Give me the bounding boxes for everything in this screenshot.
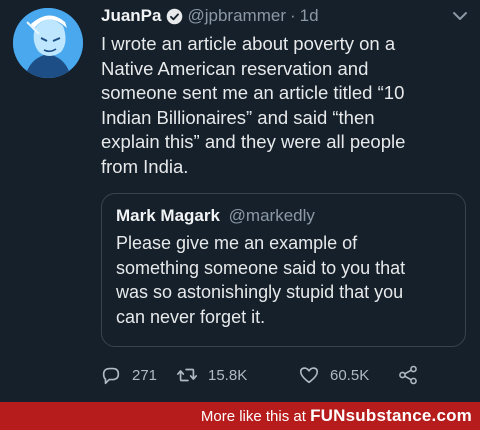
watermark-bar: More like this at FUNsubstance.com	[0, 402, 480, 430]
tweet-actions: 271 15.8K 60.5K	[100, 362, 440, 388]
avatar-portrait	[13, 8, 83, 78]
chevron-down-icon[interactable]	[452, 10, 468, 22]
retweet-button[interactable]: 15.8K	[176, 362, 247, 388]
quoted-tweet-body: Please give me an example of something s…	[116, 233, 406, 327]
quoted-tweet[interactable]: Mark Magark @markedly Please give me an …	[101, 193, 466, 347]
tweet-header: JuanPa @jpbrammer · 1d	[101, 6, 319, 26]
quoted-tweet-header: Mark Magark @markedly	[116, 206, 315, 226]
watermark-text: More like this at FUNsubstance.com	[201, 406, 472, 427]
screenshot-page: JuanPa @jpbrammer · 1d I wrote an articl…	[0, 0, 480, 430]
like-count: 60.5K	[330, 366, 370, 384]
reply-icon	[102, 367, 120, 385]
retweet-count: 15.8K	[208, 366, 248, 384]
tweet-timestamp[interactable]: 1d	[300, 6, 319, 26]
author-name[interactable]: JuanPa	[101, 6, 161, 26]
retweet-icon	[177, 368, 197, 382]
watermark-brand[interactable]: FUNsubstance.com	[310, 406, 472, 425]
verified-badge-icon	[166, 8, 183, 25]
quoted-author-name: Mark Magark	[116, 206, 220, 225]
avatar[interactable]	[13, 8, 83, 78]
reply-count: 271	[132, 366, 158, 384]
like-button[interactable]: 60.5K	[298, 362, 369, 388]
meta-separator: ·	[289, 6, 296, 25]
watermark-prefix: More like this at	[200, 408, 306, 425]
share-icon	[399, 365, 417, 385]
heart-icon	[299, 367, 319, 384]
author-handle[interactable]: @jpbrammer	[187, 6, 286, 26]
tweet-body: I wrote an article about poverty on a Na…	[101, 33, 406, 177]
reply-button[interactable]: 271	[100, 362, 157, 388]
quoted-author-handle: @markedly	[228, 206, 315, 225]
share-button[interactable]	[397, 362, 419, 388]
